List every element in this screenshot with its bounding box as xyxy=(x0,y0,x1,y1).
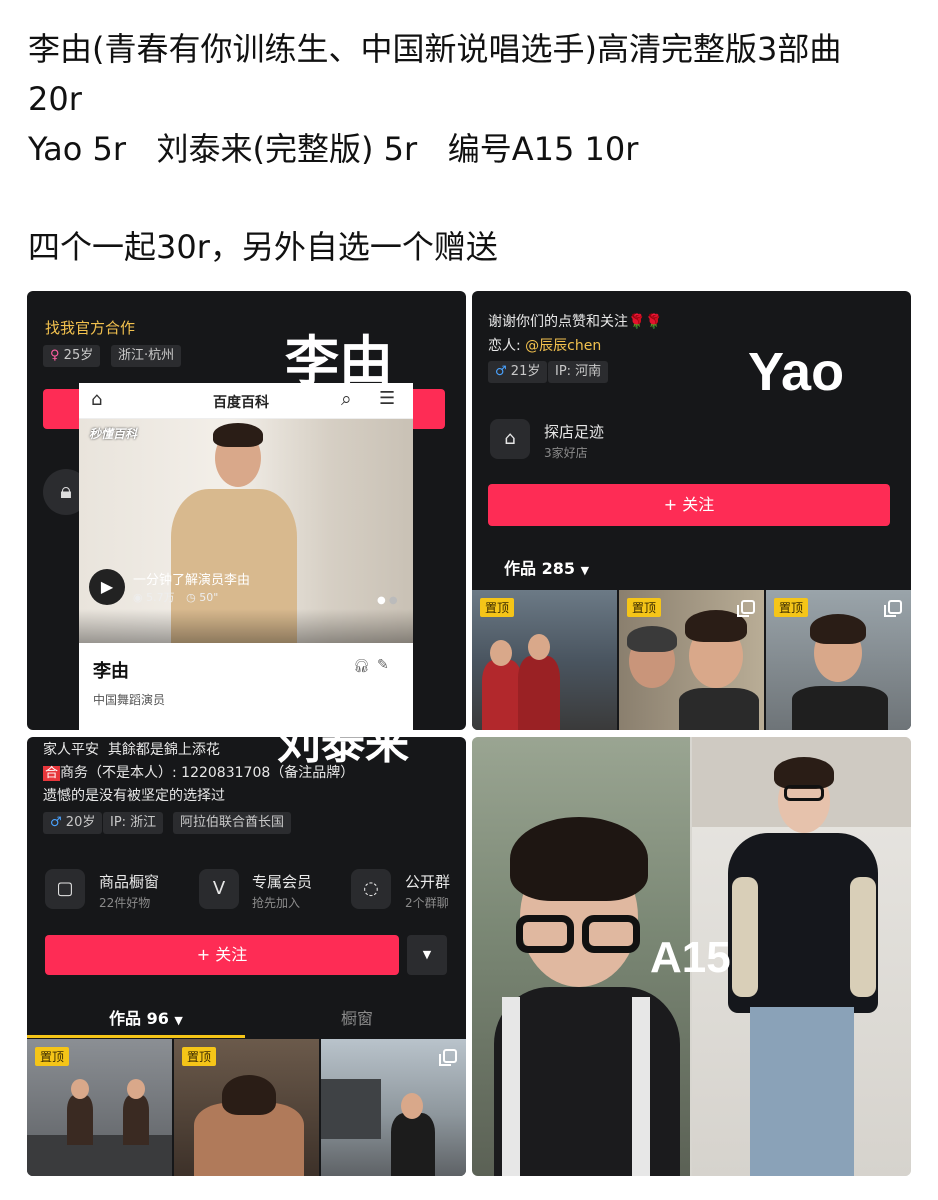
video-title: 一分钟了解演员李由 xyxy=(133,573,251,588)
multi-image-icon xyxy=(737,600,755,617)
age-tag: ♀ 25岁 xyxy=(43,345,101,367)
bio-lover: 恋人: @辰辰chen xyxy=(488,338,602,354)
person-description: 中国舞蹈演员 xyxy=(93,693,166,707)
image-panel-liyou[interactable]: 找我官方合作 ♀ 25岁 浙江·杭州 李由 🔒︎ ⌂ 百度百科 ⌕ ☰ 秒懂百科… xyxy=(27,291,466,730)
bio-line-1: 谢谢你们的点赞和关注🌹🌹 xyxy=(488,314,663,330)
lover-link[interactable]: @辰辰chen xyxy=(525,338,601,354)
clock-icon: ◷ xyxy=(186,591,196,604)
post-line-3: Yao 5r 刘泰来(完整版) 5r 编号A15 10r xyxy=(28,130,639,168)
headphone-icon[interactable]: 🎧︎ xyxy=(353,659,370,674)
post-line-1: 李由(青春有你训练生、中国新说唱选手)高清完整版3部曲 xyxy=(28,30,842,68)
image-panel-a15[interactable]: A15 xyxy=(472,737,911,1176)
follow-button[interactable]: + 关注 xyxy=(45,935,399,975)
follow-button[interactable]: + 关注 xyxy=(488,484,890,526)
gender-male-icon: ♂ xyxy=(495,364,507,379)
vip-icon[interactable]: V xyxy=(199,869,239,909)
carousel-dots: ● ● xyxy=(377,595,398,606)
cooperate-text: 找我官方合作 xyxy=(45,319,136,337)
tab-underline xyxy=(27,1035,245,1038)
image-panel-yao[interactable]: 谢谢你们的点赞和关注🌹🌹 恋人: @辰辰chen ♂ 21岁 IP: 河南 Ya… xyxy=(472,291,911,730)
ip-tag: IP: 浙江 xyxy=(103,812,164,834)
location-tag: 浙江·杭州 xyxy=(111,345,182,367)
svc-title-shop[interactable]: 商品橱窗 xyxy=(99,871,159,892)
age-tag: ♂ 21岁 xyxy=(488,361,548,383)
shop-window-icon[interactable]: ▢ xyxy=(45,869,85,909)
pinned-badge: 置顶 xyxy=(480,598,515,617)
overlay-name: Yao xyxy=(748,342,845,402)
video-thumbnail[interactable]: 秒懂百科 ▶ 一分钟了解演员李由 ◉ 5.7万 ◷ 50" ● ● xyxy=(79,419,413,643)
home-icon[interactable]: ⌂ xyxy=(91,389,102,410)
multi-image-icon xyxy=(439,1049,457,1066)
baike-card[interactable]: ⌂ 百度百科 ⌕ ☰ 秒懂百科 ▶ 一分钟了解演员李由 ◉ 5.7万 ◷ 50"… xyxy=(79,383,413,730)
video-thumb-1[interactable]: 置顶 xyxy=(27,1039,172,1176)
pinned-badge: 置顶 xyxy=(35,1047,70,1066)
svc-sub-vip: 抢先加入 xyxy=(252,896,301,910)
edit-icon[interactable]: ✎ xyxy=(377,657,389,673)
post-line-4: 四个一起30r，另外自选一个赠送 xyxy=(28,228,498,266)
gender-male-icon: ♂ xyxy=(50,815,62,830)
region-tag: 阿拉伯联合酋长国 xyxy=(173,812,292,834)
svc-title-group[interactable]: 公开群 xyxy=(405,871,450,892)
gender-female-icon: ♀ xyxy=(50,348,60,363)
baike-info: 李由 中国舞蹈演员 🎧︎ ✎ xyxy=(79,643,413,730)
group-chat-icon[interactable]: ◌ xyxy=(351,869,391,909)
baike-title: 百度百科 xyxy=(213,395,269,411)
shop-title[interactable]: 探店足迹 xyxy=(544,421,604,442)
glasses xyxy=(516,915,574,953)
search-icon[interactable]: ⌕ xyxy=(341,388,352,410)
more-dropdown-button[interactable]: ▼ xyxy=(407,935,447,975)
video-thumb-3[interactable]: 置顶 xyxy=(766,590,911,730)
bio-line-2: 合商务（不是本人）: 1220831708（备注品牌） xyxy=(43,765,355,781)
video-thumb-1[interactable]: 置顶 xyxy=(472,590,617,730)
pinned-badge: 置顶 xyxy=(627,598,662,617)
post-line-2: 20r xyxy=(28,80,82,118)
person-hair xyxy=(213,423,263,447)
svc-title-vip[interactable]: 专属会员 xyxy=(252,871,312,892)
post-text: 李由(青春有你训练生、中国新说唱选手)高清完整版3部曲 20r Yao 5r 刘… xyxy=(28,24,918,272)
store-icon: ⌂ xyxy=(490,419,530,459)
baike-header: ⌂ 百度百科 ⌕ ☰ xyxy=(79,383,413,419)
pinned-badge: 置顶 xyxy=(774,598,809,617)
svc-sub-shop: 22件好物 xyxy=(99,896,151,910)
tab-shop[interactable]: 橱窗 xyxy=(341,1005,373,1029)
dropdown-icon: ▼ xyxy=(174,1014,183,1027)
shop-sub: 3家好店 xyxy=(544,446,588,460)
video-thumb-2[interactable]: 置顶 xyxy=(619,590,764,730)
ip-tag: IP: 河南 xyxy=(548,361,609,383)
multi-image-icon xyxy=(884,600,902,617)
menu-icon[interactable]: ☰ xyxy=(379,388,395,409)
bio-line-1: 家人平安 其餘都是錦上添花 xyxy=(43,742,220,758)
overlay-name: A15 xyxy=(650,933,731,982)
svc-sub-group: 2个群聊 xyxy=(405,896,449,910)
eye-icon: ◉ xyxy=(133,591,143,604)
video-thumb-2[interactable]: 置顶 xyxy=(174,1039,319,1176)
person-name: 李由 xyxy=(93,661,129,682)
video-thumb-3[interactable] xyxy=(321,1039,466,1176)
video-meta: ◉ 5.7万 ◷ 50" xyxy=(133,591,219,604)
business-badge: 合 xyxy=(43,766,61,781)
image-panel-liutailai[interactable]: 刘泰来 家人平安 其餘都是錦上添花 合商务（不是本人）: 1220831708（… xyxy=(27,737,466,1176)
bio-line-3: 遗憾的是没有被坚定的选择过 xyxy=(43,788,225,804)
works-tab[interactable]: 作品 285 ▼ xyxy=(504,555,589,579)
play-button[interactable]: ▶ xyxy=(89,569,125,605)
pinned-badge: 置顶 xyxy=(182,1047,217,1066)
watermark-logo: 秒懂百科 xyxy=(89,427,138,441)
tab-works[interactable]: 作品 96 ▼ xyxy=(109,1005,183,1029)
age-tag: ♂ 20岁 xyxy=(43,812,103,834)
dropdown-icon: ▼ xyxy=(580,564,590,577)
